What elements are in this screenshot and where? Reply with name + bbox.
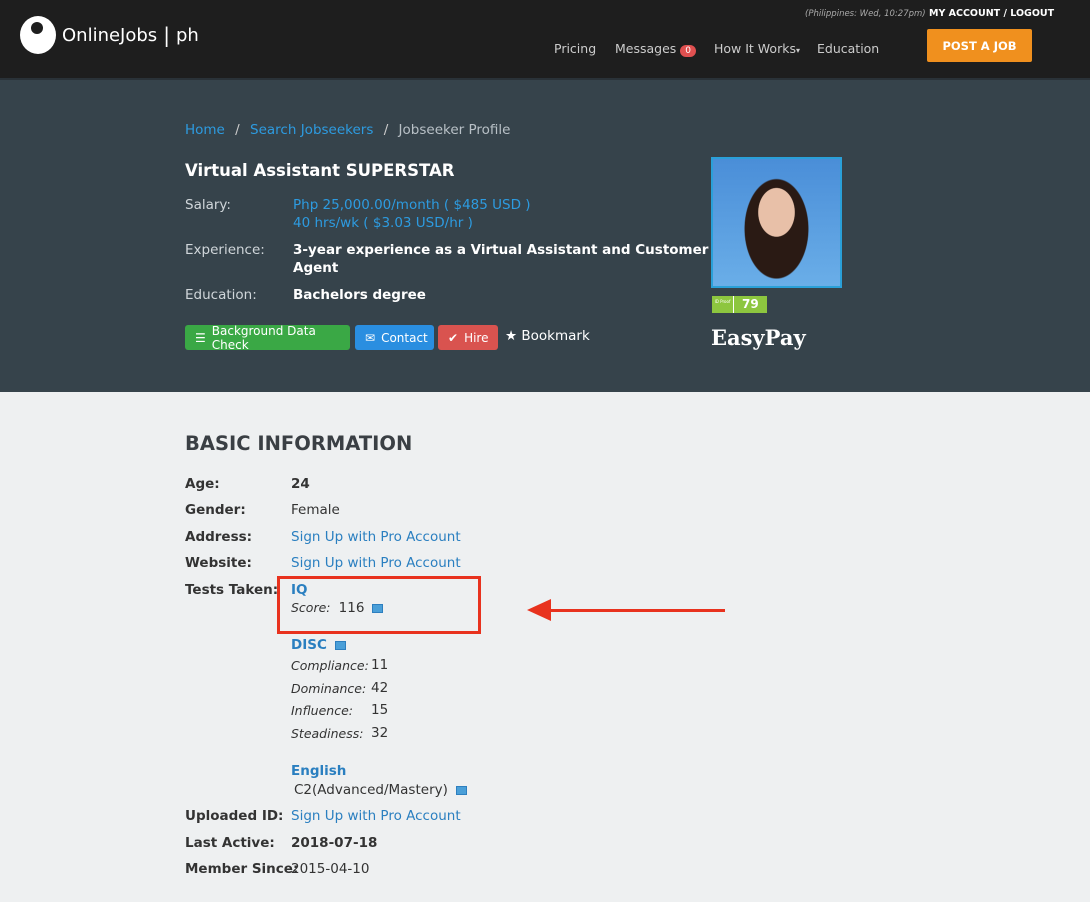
education-label: Education: [185,287,257,303]
logo[interactable]: OnlineJobs | ph [20,16,199,54]
bookmark-button[interactable]: ★ Bookmark [505,328,590,344]
background-check-label: Background Data Check [211,323,316,352]
compliance-value: 11 [371,657,389,673]
experience-value: 3-year experience as a Virtual Assistant… [293,242,770,258]
steadiness-label: Steadiness: [291,726,364,741]
highlight-box [277,576,481,634]
experience-label: Experience: [185,242,265,258]
member-since-label: Member Since: [185,861,299,877]
caret-down-icon: ▾ [795,46,800,55]
influence-value: 15 [371,702,389,718]
last-active-label: Last Active: [185,835,275,851]
messages-badge: 0 [680,45,697,57]
influence-label: Influence: [291,703,353,718]
english-test-link[interactable]: English [291,763,346,779]
salary-monthly: Php 25,000.00/month ( $485 USD ) [293,197,531,213]
uploaded-id-signup-link[interactable]: Sign Up with Pro Account [291,808,461,824]
age-value: 24 [291,476,310,492]
steadiness-value: 32 [371,725,389,741]
address-label: Address: [185,529,253,545]
hire-label: Hire [464,330,489,345]
nav-messages[interactable]: Messages 0 [615,41,697,57]
easypay-logo: EasyPay [711,325,806,350]
image-icon[interactable] [455,786,467,795]
bookmark-label: Bookmark [521,328,590,344]
nav-how-it-works[interactable]: How It Works▾ [714,41,800,56]
gender-label: Gender: [185,502,246,518]
age-label: Age: [185,476,220,492]
contact-label: Contact [381,330,428,345]
logo-divider: | [163,23,170,47]
post-a-job-button[interactable]: POST A JOB [927,29,1032,62]
logo-suffix: ph [175,24,199,46]
dominance-value: 42 [371,680,389,696]
check-icon: ✔ [448,330,459,345]
experience-value-cont: Agent [293,260,339,276]
nav-messages-label: Messages [615,41,677,56]
nav-how-label: How It Works [714,41,796,56]
account-logout-link[interactable]: MY ACCOUNT / LOGOUT [929,8,1054,19]
compliance-label: Compliance: [291,658,369,673]
star-icon: ★ [505,328,518,344]
address-signup-link[interactable]: Sign Up with Pro Account [291,529,461,545]
logo-text: OnlineJobs [62,24,158,46]
breadcrumb-home[interactable]: Home [185,122,225,138]
background-check-button[interactable]: ☰ Background Data Check [185,323,350,352]
disc-test-link[interactable]: DISC [291,637,327,653]
timestamp: (Philippines: Wed, 10:27pm) [805,9,926,19]
breadcrumb-search[interactable]: Search Jobseekers [250,122,373,138]
profile-hero [0,78,1090,392]
nav-education[interactable]: Education [817,41,879,56]
uploaded-id-label: Uploaded ID: [185,808,284,824]
tests-label: Tests Taken: [185,582,279,598]
member-since-value: 2015-04-10 [291,861,370,877]
hire-button[interactable]: ✔ Hire [438,325,498,350]
salary-label: Salary: [185,197,231,213]
id-proof-badge: ID Proof 79 [712,296,767,313]
website-signup-link[interactable]: Sign Up with Pro Account [291,555,461,571]
breadcrumb-current: Jobseeker Profile [398,122,511,138]
logo-person-icon [20,16,56,54]
id-proof-score: 79 [742,297,759,311]
salary-hourly: 40 hrs/wk ( $3.03 USD/hr ) [293,215,473,231]
profile-title: Virtual Assistant SUPERSTAR [185,161,455,180]
top-navbar: OnlineJobs | ph (Philippines: Wed, 10:27… [0,0,1090,78]
contact-button[interactable]: ✉ Contact [355,325,434,350]
education-value: Bachelors degree [293,287,426,303]
dominance-label: Dominance: [291,681,367,696]
disc-test[interactable]: DISC [291,637,346,653]
id-proof-label: ID Proof [712,296,734,313]
red-arrow [527,599,725,621]
last-active-value: 2018-07-18 [291,835,378,851]
website-label: Website: [185,555,252,571]
gender-value: Female [291,502,340,518]
english-level-value: C2(Advanced/Mastery) [294,782,448,798]
envelope-icon: ✉ [365,330,376,345]
profile-photo [711,157,842,288]
image-icon[interactable] [334,641,346,650]
nav-pricing[interactable]: Pricing [554,41,596,56]
english-level: C2(Advanced/Mastery) [294,782,467,798]
list-icon: ☰ [195,330,206,345]
breadcrumb: Home / Search Jobseekers / Jobseeker Pro… [185,122,511,138]
basic-info-heading: BASIC INFORMATION [185,432,413,455]
